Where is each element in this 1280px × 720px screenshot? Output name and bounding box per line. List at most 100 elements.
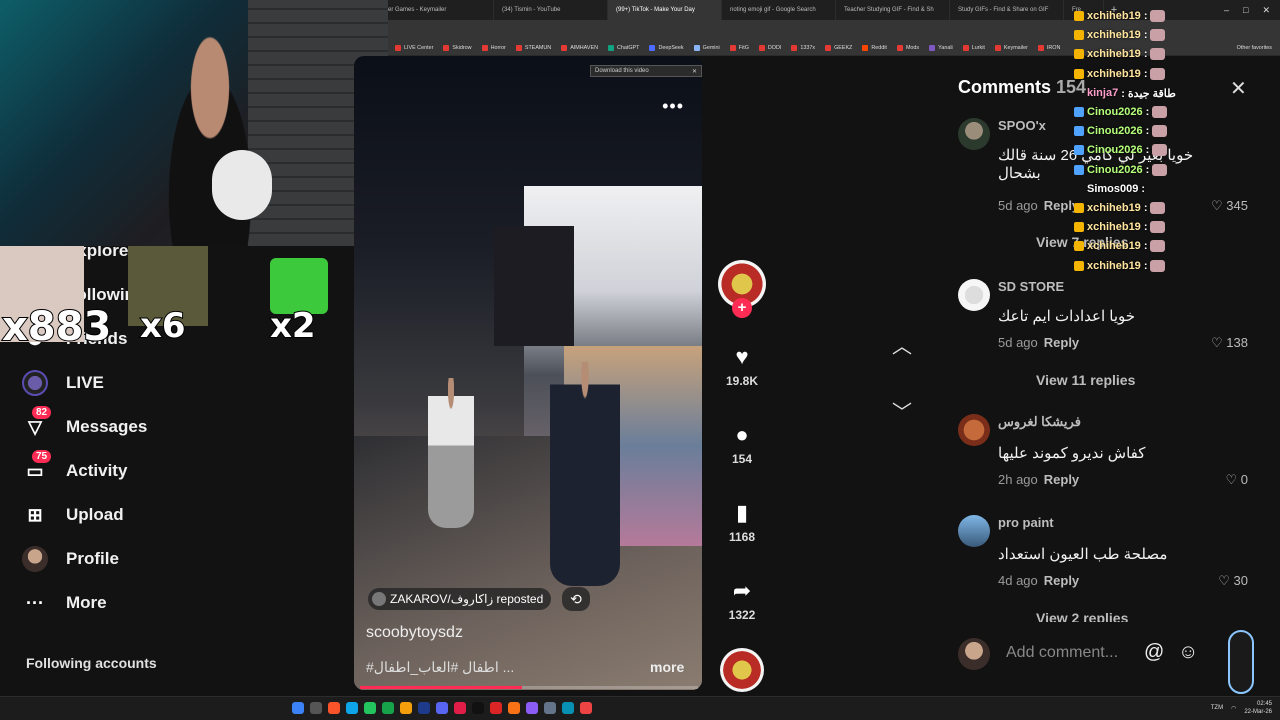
app-icon[interactable] [364,702,376,714]
video-options-icon[interactable]: ••• [662,96,684,117]
sidebar-item-messages[interactable]: ▽ 82 Messages [22,406,147,442]
tiktok-icon[interactable] [472,702,484,714]
reply-button[interactable]: Reply [1044,573,1079,588]
discord-icon[interactable] [436,702,448,714]
bookmark[interactable]: Horror [479,44,509,51]
repost-icon[interactable]: ⟲ [562,587,590,611]
app-icon[interactable] [562,702,574,714]
edge-icon[interactable] [346,702,358,714]
comment-button[interactable]: ● 154 [716,422,768,466]
app-icon[interactable] [580,702,592,714]
browser-tab[interactable]: Study GIFs - Find & Share on GIF [950,0,1064,20]
bookmark[interactable]: LIVE Center [392,44,436,51]
commenter-name[interactable]: SD STORE [998,279,1064,294]
search-icon[interactable] [310,702,322,714]
comments-title: Comments 154 [958,77,1087,97]
browser-tab[interactable]: er Games - Keymailer [380,0,494,20]
other-favorites[interactable]: Other favorites [1234,45,1280,51]
close-window-icon[interactable]: ✕ [1262,5,1270,16]
commenter-name[interactable]: فريشكا لغروس [998,414,1081,430]
clock[interactable]: 02:45 22-Mar-26 [1244,700,1272,716]
folder-icon[interactable] [400,702,412,714]
browser-tab[interactable]: noting emoji gif - Google Search [722,0,836,20]
bookmark[interactable]: IRON [1035,44,1063,51]
commenter-name[interactable]: pro paint [998,515,1054,530]
bookmark[interactable]: DeepSeek [646,44,686,51]
commenter-avatar[interactable] [958,118,990,150]
steam-icon[interactable] [418,702,430,714]
close-icon[interactable]: ✕ [1230,76,1247,101]
bookmark[interactable]: ChatGPT [605,44,642,51]
bookmark[interactable]: Keymailer [992,44,1031,51]
video-author[interactable]: scoobytoysdz [366,624,463,642]
app-icon[interactable] [526,702,538,714]
wifi-icon[interactable]: ◠ [1231,705,1236,712]
bookmark[interactable]: Yanali [926,44,956,51]
sidebar-item-activity[interactable]: ▭ 75 Activity [22,450,127,486]
browser-tab-active[interactable]: (99+) TikTok - Make Your Day [608,0,722,20]
mention-icon[interactable]: @ [1144,641,1164,664]
bookmark[interactable]: 1337x [788,44,818,51]
bookmark[interactable]: Gemini [691,44,723,51]
commenter-avatar[interactable] [958,515,990,547]
minimize-icon[interactable]: – [1224,5,1229,16]
reply-button[interactable]: Reply [1044,472,1079,487]
next-video-icon[interactable]: ﹀ [890,396,914,425]
comment-like[interactable]: ♡ 30 [1218,573,1248,589]
close-icon[interactable]: ✕ [692,68,697,75]
app-icon[interactable] [490,702,502,714]
maximize-icon[interactable]: □ [1243,5,1248,16]
caption-more-link[interactable]: more [650,659,684,675]
sidebar-item-label: Profile [66,549,119,568]
repost-badge[interactable]: ZAKAROV/زاكاروف reposted [368,588,552,610]
video-progress[interactable] [360,686,698,689]
emoji-icon[interactable]: ☺ [1178,641,1198,664]
chat-username: Simos009 [1087,182,1139,195]
save-button[interactable]: ▮ 1168 [716,500,768,544]
brave-icon[interactable] [328,702,340,714]
follow-plus-icon[interactable]: + [732,298,752,318]
bookmark[interactable]: Mods [894,44,922,51]
bookmark[interactable]: DODI [756,44,784,51]
tab-label: (99+) TikTok - Make Your Day [616,7,695,13]
reply-button[interactable]: Reply [1044,335,1079,350]
commenter-avatar[interactable] [958,279,990,311]
commenter-avatar[interactable] [958,414,990,446]
bookmark[interactable]: STEAMUN [513,44,554,51]
sound-disc[interactable] [720,648,764,692]
browser-tab[interactable]: Teacher Studying GIF - Find & Sh [836,0,950,20]
comment-meta: 2h ago Reply [998,472,1080,487]
xbox-icon[interactable] [382,702,394,714]
sidebar-item-live[interactable]: LIVE [22,368,104,398]
chat-username: xchiheb19 [1087,259,1141,272]
commenter-name[interactable]: SPOO'x [998,118,1046,133]
bookmark[interactable]: FitG [727,44,752,51]
app-icon[interactable] [544,702,556,714]
chat-emote [1150,48,1166,61]
browser-tab[interactable]: (34) Tismin - YouTube [494,0,608,20]
add-comment-input[interactable]: Add comment... [1006,644,1118,662]
bookmark[interactable]: Reddit [859,44,890,51]
tray-lang[interactable]: TZM [1211,705,1223,711]
share-button[interactable]: ➦ 1322 [716,578,768,622]
app-icon[interactable] [508,702,520,714]
bookmark[interactable]: Skidrow [440,44,474,51]
like-button[interactable]: ♥ 19.8K [716,344,768,388]
sidebar-item-more[interactable]: ··· More [22,588,107,618]
bookmark[interactable]: Lurkit [960,44,988,51]
comment-like[interactable]: ♡ 0 [1225,472,1248,488]
chat-text: : [1145,144,1150,157]
download-video-bar[interactable]: Download this video ✕ [590,65,702,77]
bookmark[interactable]: AIMHAVEN [558,44,601,51]
sidebar-item-profile[interactable]: Profile [22,544,119,574]
start-icon[interactable] [292,702,304,714]
bookmark[interactable]: GEEKZ [822,44,855,51]
comment-like[interactable]: ♡ 345 [1211,198,1248,214]
sidebar-item-upload[interactable]: ⊞ Upload [22,500,123,530]
view-replies-button[interactable]: View 11 replies [1036,372,1135,388]
view-replies-button[interactable]: View 2 replies [1036,610,1128,622]
comment-like[interactable]: ♡ 138 [1211,335,1248,351]
app-icon[interactable] [454,702,466,714]
previous-video-icon[interactable]: ︿ [890,330,914,359]
chat-message: Simos009: [1074,183,1145,195]
